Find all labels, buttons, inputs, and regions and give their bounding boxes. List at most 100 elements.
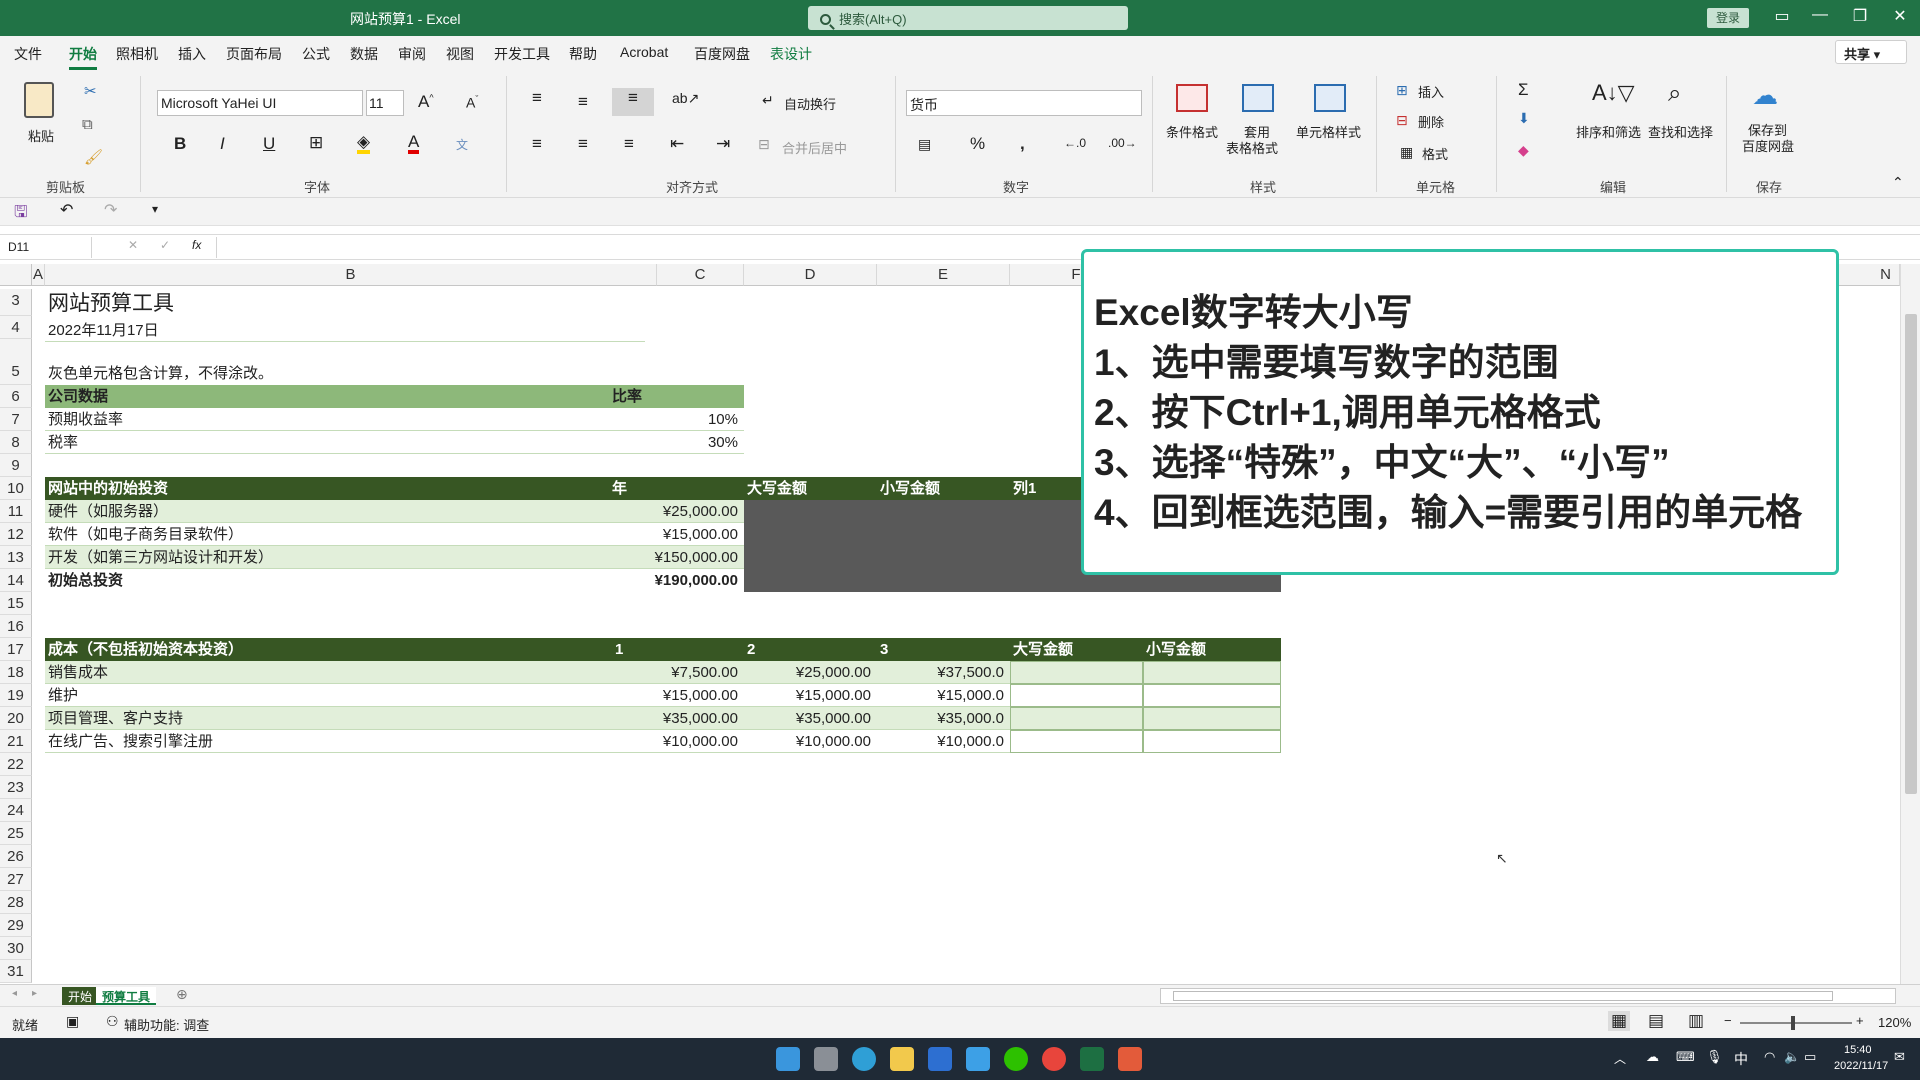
vertical-scrollbar[interactable] xyxy=(1900,264,1920,984)
fill-icon[interactable]: ⬇ xyxy=(1518,110,1530,127)
normal-view-icon[interactable]: ▦ xyxy=(1608,1011,1631,1031)
align-right-icon[interactable]: ≡ xyxy=(624,134,634,154)
tab-formulas[interactable]: 公式 xyxy=(302,44,330,64)
row-header[interactable]: 28 xyxy=(0,891,32,914)
row-header[interactable]: 30 xyxy=(0,937,32,960)
row-header[interactable]: 25 xyxy=(0,822,32,845)
column-header-b[interactable]: B xyxy=(45,264,657,286)
add-sheet-icon[interactable]: ⊕ xyxy=(176,986,188,1003)
format-painter-icon[interactable]: 🖌 xyxy=(84,148,103,166)
row-header[interactable]: 3 xyxy=(0,289,32,316)
cost-amount-input-cell[interactable] xyxy=(1010,707,1143,730)
cost-row-value[interactable]: ¥37,500.0 xyxy=(877,661,1010,684)
initial-header[interactable]: 网站中的初始投资 xyxy=(45,477,612,500)
row-header[interactable]: 20 xyxy=(0,707,32,730)
clear-icon[interactable]: ◆ xyxy=(1518,142,1529,159)
zoom-level[interactable]: 120% xyxy=(1878,1015,1911,1030)
row-header[interactable]: 12 xyxy=(0,523,32,546)
column-header-c[interactable]: C xyxy=(657,264,744,286)
customize-qat-icon[interactable]: ▾ xyxy=(152,202,158,216)
tab-review[interactable]: 审阅 xyxy=(398,44,426,64)
sheet-tab-budget[interactable]: 预算工具 xyxy=(96,987,157,1005)
copy-icon[interactable]: ⧉ xyxy=(82,116,93,133)
battery-icon[interactable]: ▭ xyxy=(1804,1049,1816,1065)
company-row-value[interactable]: 30% xyxy=(657,431,744,454)
row-header[interactable]: 23 xyxy=(0,776,32,799)
font-color-icon[interactable]: A xyxy=(408,133,420,154)
column-header-e[interactable]: E xyxy=(877,264,1010,286)
save-baidu-label-2[interactable]: 百度网盘 xyxy=(1742,136,1794,155)
orientation-icon[interactable]: ab↗ xyxy=(672,90,699,107)
company-row-value[interactable]: 10% xyxy=(657,408,744,431)
align-left-icon[interactable]: ≡ xyxy=(532,134,542,154)
cost-year-2-header[interactable]: 2 xyxy=(744,638,877,661)
align-bottom-icon[interactable]: ≡ xyxy=(612,88,654,116)
row-header[interactable]: 7 xyxy=(0,408,32,431)
cost-amount-input-cell[interactable] xyxy=(1143,707,1281,730)
wrap-text-icon[interactable]: ↵ xyxy=(762,92,774,109)
excel-taskbar-icon[interactable] xyxy=(1080,1047,1104,1071)
row-header[interactable]: 27 xyxy=(0,868,32,891)
percent-icon[interactable]: % xyxy=(970,134,985,154)
row-header[interactable]: 8 xyxy=(0,431,32,454)
tray-arrow-icon[interactable]: ︿ xyxy=(1614,1050,1626,1067)
tab-acrobat[interactable]: Acrobat xyxy=(620,44,668,60)
wifi-icon[interactable]: ◠ xyxy=(1764,1049,1775,1065)
maximize-icon[interactable]: ❐ xyxy=(1840,6,1880,26)
zoom-slider-thumb[interactable] xyxy=(1791,1016,1795,1030)
cost-row-value[interactable]: ¥35,000.0 xyxy=(877,707,1010,730)
accessibility-icon[interactable]: ⚇ xyxy=(106,1013,119,1030)
sort-filter-label[interactable]: 排序和筛选 xyxy=(1576,122,1641,141)
row-header[interactable]: 29 xyxy=(0,914,32,937)
cost-upper-header[interactable]: 大写金额 xyxy=(1010,638,1143,661)
row-header[interactable]: 16 xyxy=(0,615,32,638)
tab-developer[interactable]: 开发工具 xyxy=(494,44,550,64)
page-layout-view-icon[interactable]: ▤ xyxy=(1648,1011,1664,1031)
wechat-icon[interactable] xyxy=(1004,1047,1028,1071)
format-cells-label[interactable]: 格式 xyxy=(1422,144,1448,163)
cost-year-1-header[interactable]: 1 xyxy=(612,638,744,661)
save-icon[interactable]: 🖫 xyxy=(14,201,28,228)
clock-date[interactable]: 2022/11/17 xyxy=(1834,1060,1888,1072)
underline-icon[interactable]: U xyxy=(263,134,275,154)
baidu-cloud-icon[interactable]: ☁ xyxy=(1752,80,1778,111)
collapse-ribbon-icon[interactable]: ⌃ xyxy=(1892,174,1904,191)
minimize-icon[interactable]: — xyxy=(1800,6,1840,24)
cost-row-value[interactable]: ¥10,000.00 xyxy=(612,730,744,753)
cost-header[interactable]: 成本（不包括初始资本投资） xyxy=(45,638,612,661)
initial-row-value[interactable]: ¥15,000.00 xyxy=(612,523,744,546)
prev-sheet-icon[interactable]: ◂ xyxy=(12,988,17,999)
next-sheet-icon[interactable]: ▸ xyxy=(32,988,37,999)
recorder-icon[interactable] xyxy=(1118,1047,1142,1071)
windows-start-icon[interactable] xyxy=(776,1047,800,1071)
search-box[interactable]: 搜索(Alt+Q) xyxy=(808,6,1128,30)
merge-label[interactable]: 合并后居中 xyxy=(782,138,847,157)
cancel-icon[interactable]: ✕ xyxy=(128,238,138,252)
page-break-view-icon[interactable]: ▥ xyxy=(1688,1011,1704,1031)
ime-indicator[interactable]: 中 xyxy=(1734,1049,1748,1069)
cost-row-label[interactable]: 销售成本 xyxy=(45,661,612,684)
font-size-select[interactable]: 11 xyxy=(366,90,404,116)
zoom-slider[interactable] xyxy=(1740,1022,1852,1024)
delete-cells-label[interactable]: 删除 xyxy=(1418,112,1444,131)
undo-icon[interactable]: ↶ xyxy=(60,200,73,220)
notification-icon[interactable]: ✉ xyxy=(1894,1049,1905,1065)
onedrive-icon[interactable]: ☁ xyxy=(1646,1049,1659,1065)
clock-time[interactable]: 15:40 xyxy=(1844,1044,1872,1056)
wrap-text-label[interactable]: 自动换行 xyxy=(784,94,836,113)
phonetic-icon[interactable]: 文 xyxy=(456,136,468,153)
italic-icon[interactable]: I xyxy=(220,134,225,154)
row-header[interactable]: 13 xyxy=(0,546,32,569)
tab-file[interactable]: 文件 xyxy=(14,44,42,64)
company-row-label[interactable]: 税率 xyxy=(45,431,657,454)
initial-total-value[interactable]: ¥190,000.00 xyxy=(612,569,744,592)
cost-row-value[interactable]: ¥10,000.00 xyxy=(744,730,877,753)
tab-baidu[interactable]: 百度网盘 xyxy=(694,44,750,64)
microphone-icon[interactable]: 🎙 xyxy=(1706,1049,1723,1065)
row-header[interactable]: 22 xyxy=(0,753,32,776)
tab-insert[interactable]: 插入 xyxy=(178,44,206,64)
format-cells-icon[interactable]: ▦ xyxy=(1400,144,1413,161)
row-header[interactable]: 17 xyxy=(0,638,32,661)
login-button[interactable]: 登录 xyxy=(1707,8,1749,28)
increase-decimal-icon[interactable]: ←.0 xyxy=(1064,136,1086,150)
